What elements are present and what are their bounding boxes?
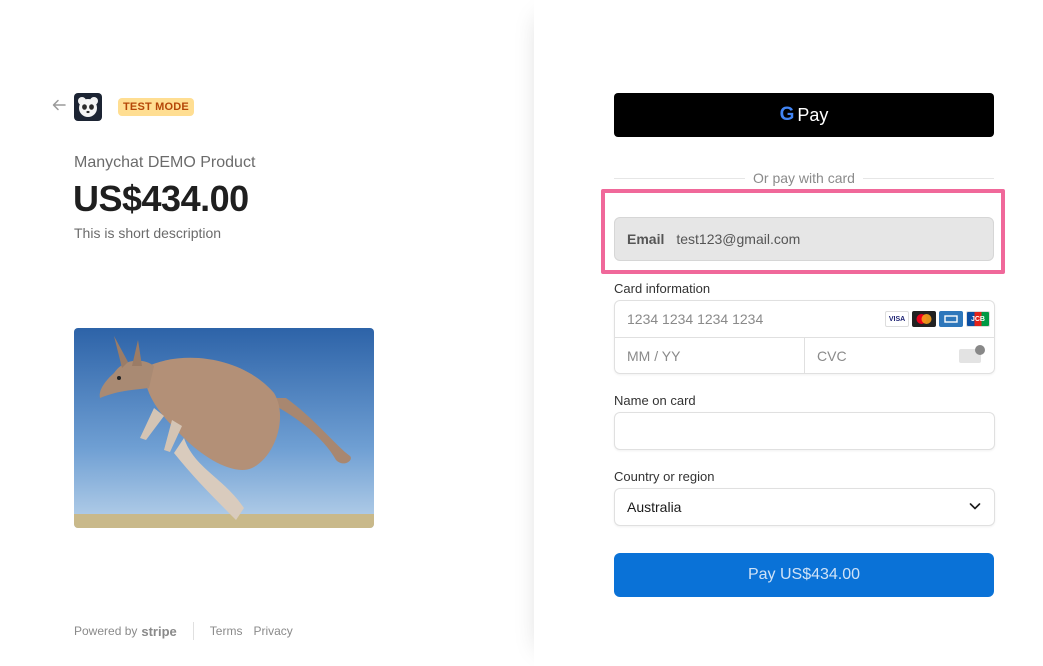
product-image [74, 328, 374, 528]
chevron-down-icon [969, 503, 981, 510]
terms-link[interactable]: Terms [210, 624, 243, 638]
country-value: Australia [627, 499, 682, 515]
payment-panel: G Pay Or pay with card Email test123@gma… [534, 0, 1043, 666]
jcb-icon: JCB [966, 311, 990, 327]
email-value: test123@gmail.com [676, 231, 801, 247]
panda-logo-icon [74, 93, 102, 121]
amex-icon [939, 311, 963, 327]
arrow-left-icon[interactable] [52, 98, 68, 114]
product-summary-panel: TEST MODE Manychat DEMO Product US$434.0… [0, 0, 534, 666]
card-brands: VISA JCB [885, 311, 990, 327]
card-cvc-input[interactable]: CVC [805, 338, 995, 374]
product-description: This is short description [74, 225, 222, 241]
card-expiry-input[interactable]: MM / YY [615, 338, 805, 374]
expiry-placeholder: MM / YY [627, 348, 681, 364]
card-number-placeholder: 1234 1234 1234 1234 [627, 311, 764, 327]
divider-text: Or pay with card [745, 170, 863, 186]
google-pay-button[interactable]: G Pay [614, 93, 994, 137]
card-info-label: Card information [614, 281, 711, 296]
test-mode-badge: TEST MODE [118, 98, 194, 116]
cvc-placeholder: CVC [817, 348, 847, 364]
or-pay-with-card-divider: Or pay with card [614, 170, 994, 186]
google-g-icon: G [779, 104, 795, 125]
product-name: Manychat DEMO Product [74, 154, 256, 171]
mastercard-icon [912, 311, 936, 327]
name-on-card-input[interactable] [614, 412, 995, 450]
country-select[interactable]: Australia [614, 488, 995, 526]
name-on-card-label: Name on card [614, 393, 696, 408]
country-label: Country or region [614, 469, 715, 484]
stripe-logo[interactable]: stripe [141, 624, 176, 639]
email-field[interactable]: Email test123@gmail.com [614, 217, 994, 261]
google-pay-label: Pay [797, 104, 829, 125]
privacy-link[interactable]: Privacy [253, 624, 292, 638]
card-information-group: 1234 1234 1234 1234 VISA JCB MM / YY CVC [614, 300, 995, 374]
cvc-card-icon [959, 345, 985, 363]
footer-divider [192, 622, 194, 640]
card-number-input[interactable]: 1234 1234 1234 1234 VISA JCB [615, 301, 994, 338]
pay-button[interactable]: Pay US$434.00 [614, 553, 994, 597]
page-footer: Powered by stripe Terms Privacy [74, 622, 304, 640]
visa-icon: VISA [885, 311, 909, 327]
powered-by-text: Powered by [74, 624, 138, 638]
email-label: Email [627, 231, 665, 247]
product-price: US$434.00 [73, 178, 249, 219]
